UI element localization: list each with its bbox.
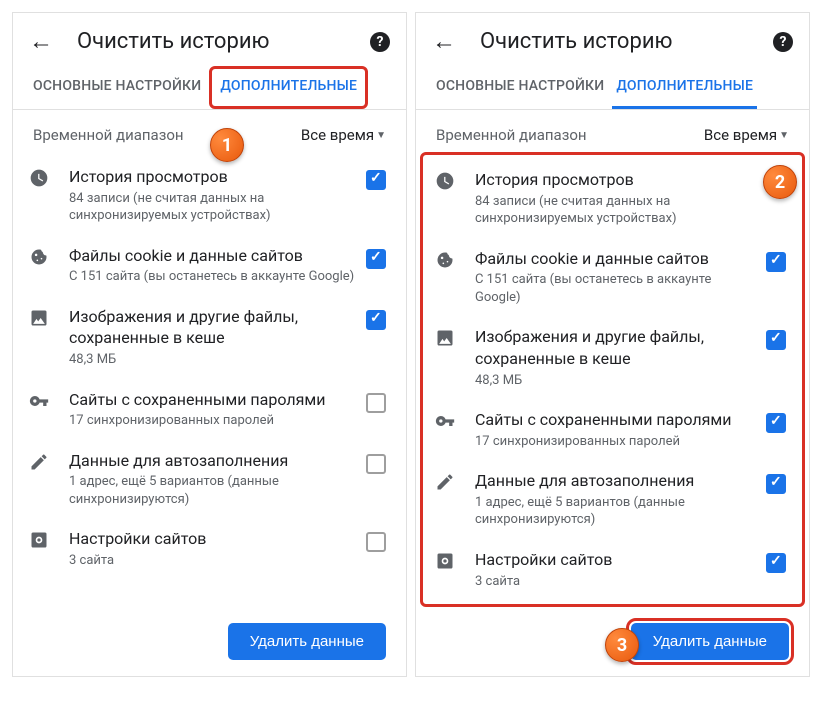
tabs: ОСНОВНЫЕ НАСТРОЙКИ ДОПОЛНИТЕЛЬНЫЕ — [13, 66, 406, 110]
item-sitesettings[interactable]: Настройки сайтов 3 сайта — [423, 539, 802, 600]
item-autofill[interactable]: Данные для автозаполнения1 адрес, ещё 5 … — [423, 460, 802, 539]
checkbox-autofill[interactable] — [366, 454, 386, 474]
screen-right: ← Очистить историю ? ОСНОВНЫЕ НАСТРОЙКИ … — [415, 12, 810, 677]
footer: 3 Удалить данные — [416, 611, 809, 676]
checkbox-cache[interactable] — [766, 330, 786, 350]
tab-basic[interactable]: ОСНОВНЫЕ НАСТРОЙКИ — [29, 66, 205, 109]
tabs: ОСНОВНЫЕ НАСТРОЙКИ ДОПОЛНИТЕЛЬНЫЕ — [416, 66, 809, 110]
item-sub: 17 синхронизированных паролей — [475, 433, 758, 451]
clock-icon — [435, 171, 459, 196]
back-arrow-icon[interactable]: ← — [29, 27, 53, 56]
checkbox-passwords[interactable] — [766, 413, 786, 433]
delete-button[interactable]: Удалить данные — [631, 623, 789, 660]
item-sitesettings[interactable]: Настройки сайтов 3 сайта — [13, 518, 406, 579]
item-history[interactable]: История просмотров84 записи (не считая д… — [13, 156, 406, 235]
item-title: Настройки сайтов — [475, 549, 758, 571]
timerange-row: Временной диапазон Все время▼ — [416, 110, 809, 152]
item-title: Изображения и другие файлы, сохраненные … — [475, 326, 758, 369]
tab-advanced[interactable]: ДОПОЛНИТЕЛЬНЫЕ — [209, 66, 368, 109]
item-title: Сайты с сохраненными паролями — [475, 409, 758, 431]
checkbox-history[interactable] — [366, 170, 386, 190]
tab-advanced[interactable]: ДОПОЛНИТЕЛЬНЫЕ — [612, 66, 757, 109]
timerange-label: Временной диапазон — [33, 126, 184, 144]
checkbox-autofill[interactable] — [766, 474, 786, 494]
pencil-icon — [29, 452, 53, 477]
timerange-dropdown[interactable]: Все время▼ — [704, 126, 789, 144]
item-title: История просмотров — [69, 166, 358, 188]
item-title: Файлы cookie и данные сайтов — [69, 245, 358, 267]
item-passwords[interactable]: Сайты с сохраненными паролями 17 синхрони… — [423, 399, 802, 460]
header: ← Очистить историю ? — [416, 13, 809, 66]
checkbox-cookies[interactable] — [366, 249, 386, 269]
checkbox-cookies[interactable] — [766, 252, 786, 272]
item-title: Сайты с сохраненными паролями — [69, 389, 358, 411]
item-history[interactable]: История просмотров84 записи (не считая д… — [423, 159, 802, 238]
help-icon[interactable]: ? — [370, 32, 390, 52]
footer: Удалить данные — [13, 611, 406, 676]
key-icon — [29, 391, 53, 416]
item-sub: 1 адрес, ещё 5 вариантов (данные синхрон… — [475, 494, 758, 529]
caret-down-icon: ▼ — [779, 130, 789, 141]
item-sub: 84 записи (не считая данных на синхрониз… — [69, 190, 358, 225]
item-sub: 48,3 МБ — [69, 351, 358, 369]
help-icon[interactable]: ? — [773, 32, 793, 52]
item-cache[interactable]: Изображения и другие файлы, сохраненные … — [423, 316, 802, 399]
timerange-label: Временной диапазон — [436, 126, 587, 144]
pencil-icon — [435, 472, 459, 497]
key-icon — [435, 411, 459, 436]
timerange-dropdown[interactable]: Все время▼ — [301, 126, 386, 144]
image-icon — [435, 328, 459, 353]
settings-sheet-icon — [435, 551, 459, 576]
checkbox-passwords[interactable] — [366, 393, 386, 413]
item-cookies[interactable]: Файлы cookie и данные сайтовС 151 сайта … — [13, 235, 406, 296]
checkbox-cache[interactable] — [366, 310, 386, 330]
step-marker-3: 3 — [605, 628, 639, 662]
page-title: Очистить историю — [77, 29, 370, 54]
items-list: История просмотров84 записи (не считая д… — [420, 152, 805, 607]
item-sub: С 151 сайта (вы останетесь в аккаунте Go… — [475, 271, 758, 306]
item-sub: 3 сайта — [69, 552, 358, 570]
item-title: Файлы cookie и данные сайтов — [475, 248, 758, 270]
item-sub: 3 сайта — [475, 573, 758, 591]
back-arrow-icon[interactable]: ← — [432, 27, 456, 56]
caret-down-icon: ▼ — [376, 130, 386, 141]
checkbox-sitesettings[interactable] — [766, 553, 786, 573]
item-sub: 84 записи (не считая данных на синхрониз… — [475, 193, 758, 228]
settings-sheet-icon — [29, 530, 53, 555]
item-title: Данные для автозаполнения — [475, 470, 758, 492]
delete-button[interactable]: Удалить данные — [228, 623, 386, 660]
item-sub: 48,3 МБ — [475, 372, 758, 390]
item-title: Изображения и другие файлы, сохраненные … — [69, 306, 358, 349]
step-marker-1: 1 — [210, 128, 244, 162]
screen-left: ← Очистить историю ? ОСНОВНЫЕ НАСТРОЙКИ … — [12, 12, 407, 677]
item-cache[interactable]: Изображения и другие файлы, сохраненные … — [13, 296, 406, 379]
item-title: Настройки сайтов — [69, 528, 358, 550]
item-title: История просмотров — [475, 169, 758, 191]
item-sub: С 151 сайта (вы останетесь в аккаунте Go… — [69, 268, 358, 286]
clock-icon — [29, 168, 53, 193]
cookie-icon — [29, 247, 53, 272]
header: ← Очистить историю ? — [13, 13, 406, 66]
item-passwords[interactable]: Сайты с сохраненными паролями17 синхрони… — [13, 379, 406, 440]
image-icon — [29, 308, 53, 333]
tab-basic[interactable]: ОСНОВНЫЕ НАСТРОЙКИ — [432, 66, 608, 109]
item-cookies[interactable]: Файлы cookie и данные сайтовС 151 сайта … — [423, 238, 802, 317]
item-autofill[interactable]: Данные для автозаполнения1 адрес, ещё 5 … — [13, 440, 406, 519]
item-sub: 1 адрес, ещё 5 вариантов (данные синхрон… — [69, 473, 358, 508]
items-list: История просмотров84 записи (не считая д… — [13, 152, 406, 611]
checkbox-sitesettings[interactable] — [366, 532, 386, 552]
page-title: Очистить историю — [480, 29, 773, 54]
cookie-icon — [435, 250, 459, 275]
item-sub: 17 синхронизированных паролей — [69, 412, 358, 430]
item-title: Данные для автозаполнения — [69, 450, 358, 472]
step-marker-2: 2 — [763, 165, 797, 199]
